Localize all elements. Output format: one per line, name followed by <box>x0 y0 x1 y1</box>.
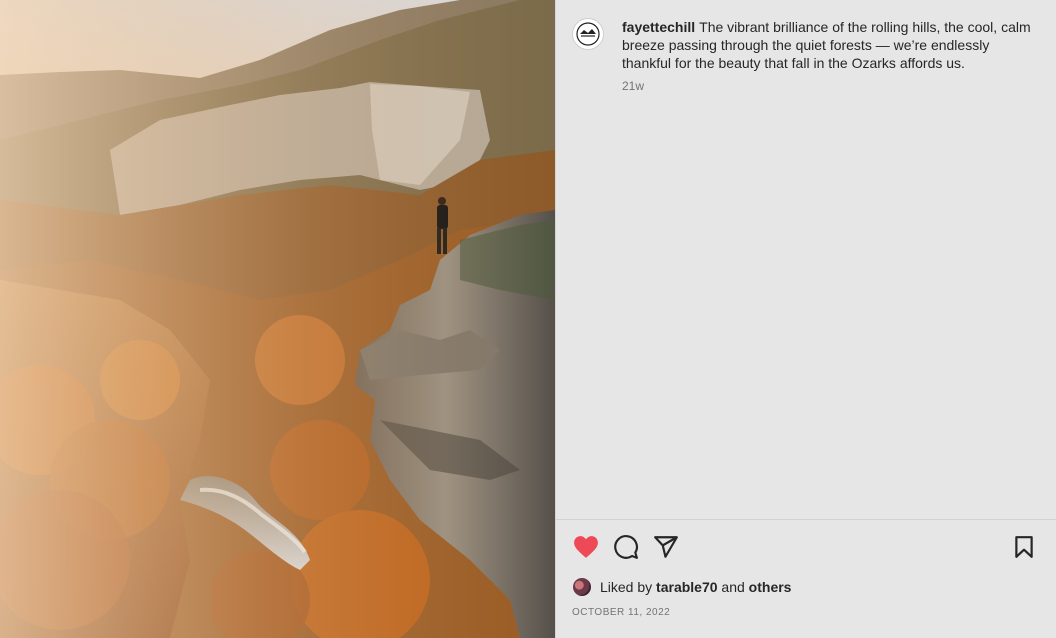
comment-icon <box>614 535 638 559</box>
bookmark-icon <box>1015 536 1033 558</box>
post-photo[interactable] <box>0 0 555 638</box>
caption-username[interactable]: fayettechill <box>622 19 695 35</box>
likes-others-link[interactable]: others <box>749 579 792 595</box>
actions-divider <box>556 519 1056 520</box>
liker-avatar[interactable] <box>572 577 592 597</box>
share-icon <box>654 536 678 558</box>
likes-prefix: Liked by <box>600 579 653 595</box>
caption-body: fayettechill The vibrant brilliance of th… <box>622 18 1036 93</box>
like-button[interactable] <box>572 533 600 561</box>
landscape-image <box>0 0 555 638</box>
post-time[interactable]: 21w <box>622 79 1036 93</box>
instagram-post: fayettechill The vibrant brilliance of th… <box>0 0 1056 638</box>
save-button[interactable] <box>1010 533 1038 561</box>
caption: fayettechill The vibrant brilliance of th… <box>572 18 1042 93</box>
post-side-panel: fayettechill The vibrant brilliance of th… <box>555 0 1056 638</box>
heart-icon <box>574 536 598 558</box>
likes-summary: Liked by tarable70 and others <box>572 577 791 597</box>
profile-avatar[interactable] <box>572 18 604 50</box>
liker-username[interactable]: tarable70 <box>656 579 717 595</box>
likes-conjunction: and <box>721 579 745 595</box>
brand-logo-icon <box>576 22 600 46</box>
share-button[interactable] <box>652 533 680 561</box>
comment-button[interactable] <box>612 533 640 561</box>
action-bar <box>572 533 1038 561</box>
caption-text: fayettechill The vibrant brilliance of th… <box>622 18 1036 72</box>
post-date[interactable]: OCTOBER 11, 2022 <box>572 607 670 618</box>
